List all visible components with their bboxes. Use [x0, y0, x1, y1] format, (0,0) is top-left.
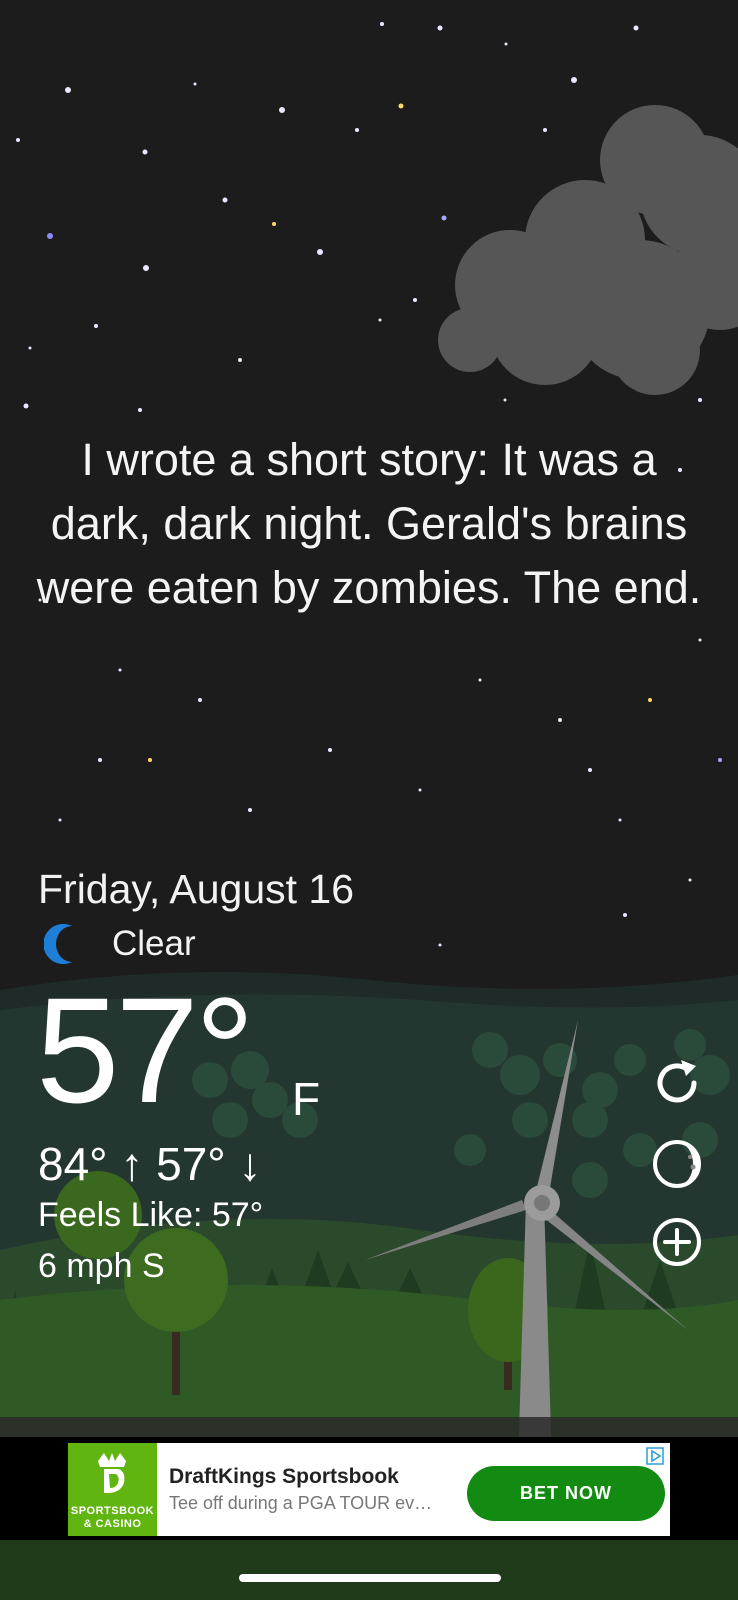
- date-label: Friday, August 16: [38, 866, 355, 912]
- moon-phase-icon[interactable]: [650, 1137, 704, 1191]
- night-landscape-scene: [0, 0, 738, 1600]
- current-temperature: 57°: [36, 966, 255, 1134]
- ad-choices-icon[interactable]: [646, 1447, 664, 1465]
- bet-now-button[interactable]: BET NOW: [467, 1466, 665, 1521]
- logo-text-bottom: & CASINO: [83, 1518, 142, 1530]
- condition-label: Clear: [112, 924, 196, 963]
- story-text: I wrote a short story: It was a dark, da…: [36, 434, 702, 613]
- ad-title: DraftKings Sportsbook: [169, 1465, 399, 1488]
- wind-speed: 6 mph S: [38, 1247, 165, 1285]
- home-indicator[interactable]: [239, 1574, 501, 1582]
- refresh-icon[interactable]: [650, 1056, 704, 1110]
- temperature-unit[interactable]: F: [292, 1072, 320, 1126]
- moon-icon: [44, 924, 72, 964]
- draftkings-logo: SPORTSBOOK & CASINO: [68, 1443, 157, 1536]
- feels-like: Feels Like: 57°: [38, 1196, 264, 1234]
- crown-icon: [98, 1453, 126, 1493]
- ad-description: Tee off during a PGA TOUR ev…: [169, 1493, 433, 1513]
- ad-banner[interactable]: SPORTSBOOK & CASINO DraftKings Sportsboo…: [68, 1443, 670, 1536]
- add-location-icon[interactable]: [650, 1215, 704, 1269]
- condition-row: Clear: [44, 922, 196, 966]
- high-low-temperature: 84° ↑ 57° ↓: [38, 1138, 262, 1190]
- logo-text-top: SPORTSBOOK: [70, 1505, 155, 1517]
